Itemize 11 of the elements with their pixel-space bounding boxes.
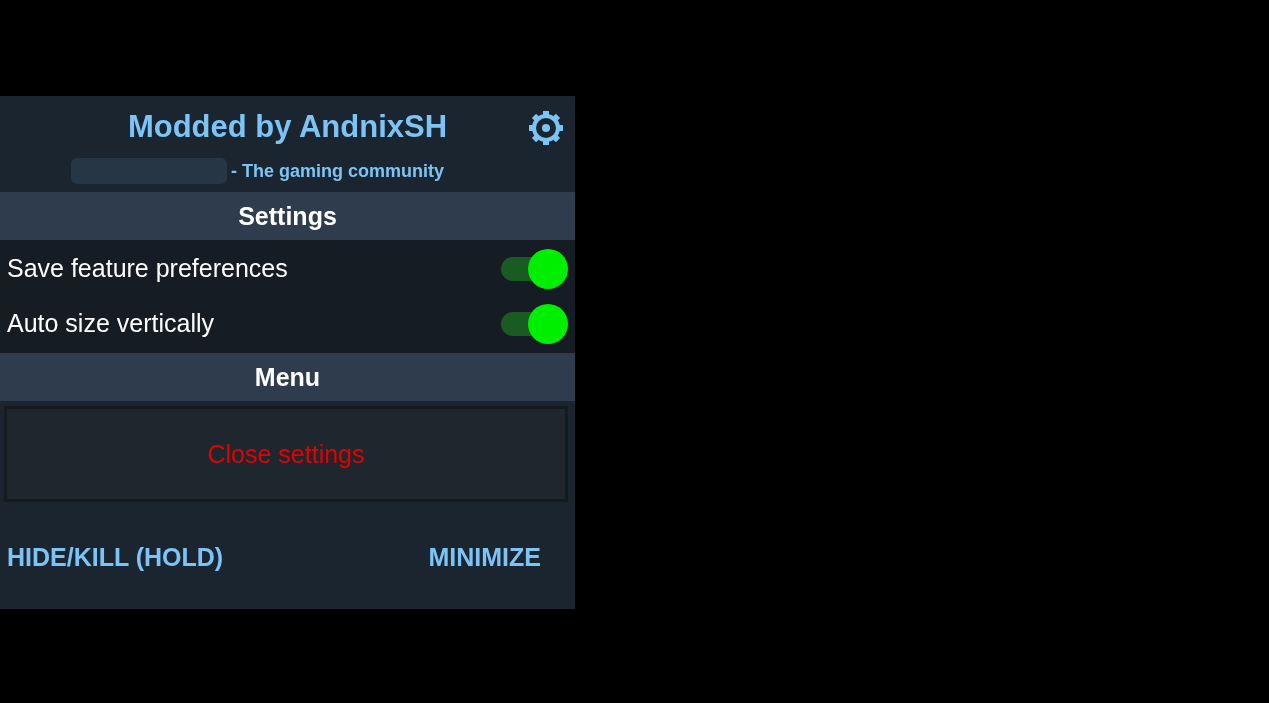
- setting-label: Auto size vertically: [7, 309, 215, 338]
- toggle-switch[interactable]: [501, 247, 568, 290]
- subtitle: - The gaming community: [231, 160, 444, 182]
- section-header: Menu: [0, 353, 575, 401]
- app-title: Modded by AndnixSH: [127, 109, 448, 145]
- footer-button[interactable]: MINIMIZE: [428, 543, 541, 572]
- section-header: Settings: [0, 192, 575, 240]
- setting-label: Save feature preferences: [7, 254, 288, 283]
- footer-button[interactable]: HIDE/KILL (HOLD): [7, 543, 224, 572]
- toggle-switch[interactable]: [501, 302, 568, 345]
- settings-icon[interactable]: [528, 110, 564, 146]
